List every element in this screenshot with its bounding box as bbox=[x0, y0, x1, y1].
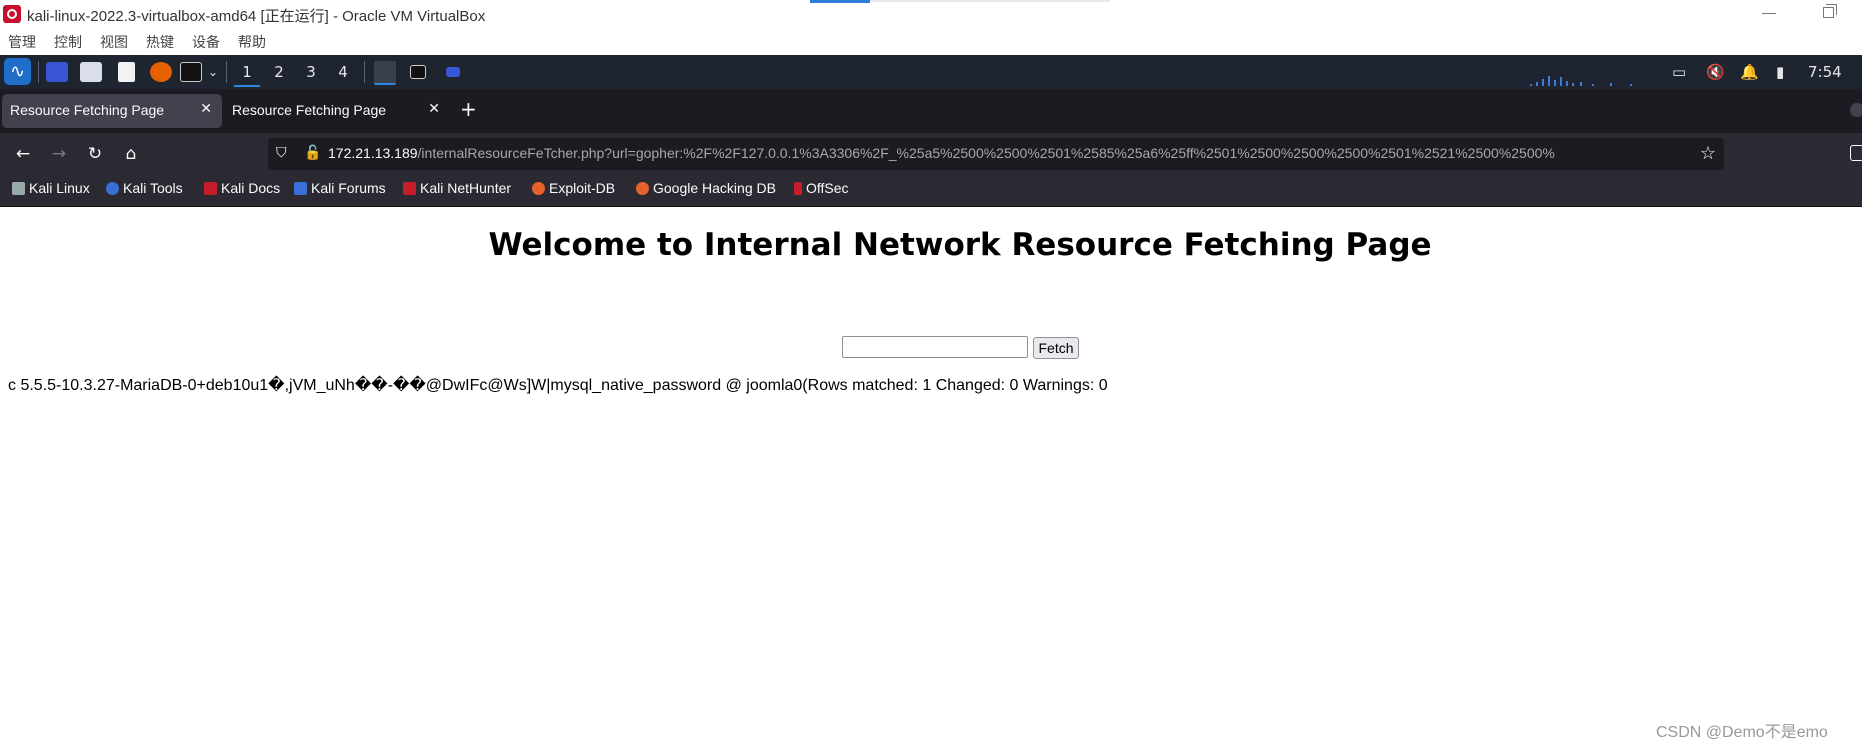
page-content: Welcome to Internal Network Resource Fet… bbox=[0, 207, 1862, 746]
url-bar[interactable]: ⛉ 🔓 172.21.13.189/internalResourceFeTche… bbox=[268, 138, 1724, 170]
kali-dragon-icon bbox=[12, 182, 25, 195]
file-manager-icon[interactable] bbox=[80, 62, 102, 82]
task-window-icon[interactable] bbox=[446, 67, 460, 77]
title-accent-bar-secondary bbox=[870, 0, 1110, 2]
ghdb-icon bbox=[636, 182, 649, 195]
url-input[interactable] bbox=[842, 336, 1028, 358]
home-button[interactable]: ⌂ bbox=[118, 141, 144, 167]
task-firefox-icon[interactable] bbox=[374, 61, 396, 85]
panel-separator bbox=[38, 61, 39, 83]
bookmark-kali-linux[interactable]: Kali Linux bbox=[12, 180, 90, 196]
tab-overflow-icon[interactable] bbox=[1850, 103, 1862, 117]
browser-tabstrip: Resource Fetching Page ✕ Resource Fetchi… bbox=[0, 89, 1862, 133]
title-accent-bar bbox=[810, 0, 870, 3]
workspace-4[interactable]: 4 bbox=[330, 59, 356, 85]
notification-bell-icon[interactable]: 🔔 bbox=[1740, 63, 1759, 81]
url-host: 172.21.13.189 bbox=[328, 145, 418, 161]
url-path: /internalResourceFeTcher.php?url=gopher:… bbox=[417, 145, 1555, 161]
pocket-icon[interactable] bbox=[1850, 145, 1862, 161]
tracking-protection-icon[interactable]: ⛉ bbox=[276, 145, 287, 161]
offsec-icon bbox=[794, 182, 802, 195]
network-graph bbox=[1520, 76, 1660, 86]
show-desktop-icon[interactable] bbox=[46, 62, 68, 82]
panel-separator bbox=[226, 61, 227, 83]
virtualbox-titlebar: kali-linux-2022.3-virtualbox-amd64 [正在运行… bbox=[0, 0, 1862, 27]
battery-icon[interactable]: ▮ bbox=[1776, 63, 1784, 81]
menu-view[interactable]: 视图 bbox=[100, 32, 128, 52]
kali-tools-icon bbox=[106, 182, 119, 195]
menu-manage[interactable]: 管理 bbox=[8, 32, 36, 52]
bookmark-label: Kali Docs bbox=[221, 180, 281, 196]
bookmark-kali-docs[interactable]: Kali Docs bbox=[204, 180, 280, 196]
virtualbox-logo-icon bbox=[3, 5, 21, 23]
nethunter-icon bbox=[403, 182, 416, 195]
insecure-lock-icon[interactable]: 🔓 bbox=[304, 145, 321, 161]
kali-menu-icon[interactable]: ∿ bbox=[4, 58, 31, 85]
bookmarks-toolbar: Kali Linux Kali Tools Kali Docs Kali For… bbox=[0, 175, 1862, 207]
bookmark-kali-tools[interactable]: Kali Tools bbox=[106, 180, 183, 196]
terminal-dropdown-icon[interactable]: ⌄ bbox=[208, 63, 218, 81]
task-terminal-icon[interactable] bbox=[410, 65, 426, 79]
bookmark-kali-nethunter[interactable]: Kali NetHunter bbox=[403, 180, 511, 196]
csdn-watermark: CSDN @Demo不是emo bbox=[1656, 724, 1828, 741]
terminal-launcher-icon[interactable] bbox=[180, 62, 202, 82]
close-tab-icon[interactable]: ✕ bbox=[200, 101, 212, 117]
close-tab-icon[interactable]: ✕ bbox=[428, 101, 440, 117]
kali-panel: ∿ ⌄ 1 2 3 4 ▭ 🔇 🔔 ▮ 7:54 bbox=[0, 55, 1862, 89]
bookmark-label: Kali Linux bbox=[29, 180, 90, 196]
firefox-launcher-icon[interactable] bbox=[150, 62, 172, 82]
url-text[interactable]: 172.21.13.189/internalResourceFeTcher.ph… bbox=[328, 145, 1555, 161]
menu-control[interactable]: 控制 bbox=[54, 32, 82, 52]
bookmark-label: Kali Forums bbox=[311, 180, 386, 196]
tab-resource-fetching-active[interactable]: Resource Fetching Page ✕ bbox=[2, 94, 222, 128]
menu-help[interactable]: 帮助 bbox=[238, 32, 266, 52]
tab-title: Resource Fetching Page bbox=[232, 102, 387, 118]
text-editor-icon[interactable] bbox=[118, 62, 135, 82]
bookmark-label: OffSec bbox=[806, 180, 849, 196]
menu-hotkey[interactable]: 热键 bbox=[146, 32, 174, 52]
new-tab-button[interactable]: + bbox=[460, 97, 477, 121]
fetch-result-text: c 5.5.5-10.3.27-MariaDB-0+deb10u1�,jVM_u… bbox=[8, 377, 1108, 394]
bookmark-label: Exploit-DB bbox=[549, 180, 616, 196]
restore-icon[interactable] bbox=[1823, 4, 1837, 18]
page-title: Welcome to Internal Network Resource Fet… bbox=[488, 227, 1432, 263]
back-button[interactable]: ← bbox=[10, 141, 36, 167]
panel-separator bbox=[364, 61, 365, 83]
reload-button[interactable]: ↻ bbox=[82, 141, 108, 167]
bookmark-label: Kali Tools bbox=[123, 180, 183, 196]
bookmark-star-icon[interactable]: ☆ bbox=[1700, 143, 1716, 164]
bookmark-offsec[interactable]: OffSec bbox=[794, 180, 849, 196]
exploit-db-icon bbox=[532, 182, 545, 195]
workspace-3[interactable]: 3 bbox=[298, 59, 324, 85]
browser-navbar: ← → ↻ ⌂ ⛉ 🔓 172.21.13.189/internalResour… bbox=[0, 133, 1862, 175]
kali-docs-icon bbox=[204, 182, 217, 195]
workspace-2[interactable]: 2 bbox=[266, 59, 292, 85]
display-icon[interactable]: ▭ bbox=[1672, 63, 1686, 81]
window-title: kali-linux-2022.3-virtualbox-amd64 [正在运行… bbox=[27, 8, 486, 25]
menu-devices[interactable]: 设备 bbox=[192, 32, 220, 52]
fetch-button[interactable]: Fetch bbox=[1033, 337, 1079, 359]
bookmark-kali-forums[interactable]: Kali Forums bbox=[294, 180, 386, 196]
minimize-icon[interactable] bbox=[1762, 13, 1776, 14]
tab-resource-fetching[interactable]: Resource Fetching Page ✕ bbox=[224, 94, 450, 128]
bookmark-label: Kali NetHunter bbox=[420, 180, 512, 196]
bookmark-google-hacking-db[interactable]: Google Hacking DB bbox=[636, 180, 776, 196]
tab-title: Resource Fetching Page bbox=[10, 102, 165, 118]
panel-clock[interactable]: 7:54 bbox=[1808, 63, 1842, 81]
bookmark-exploit-db[interactable]: Exploit-DB bbox=[532, 180, 615, 196]
kali-forums-icon bbox=[294, 182, 307, 195]
volume-muted-icon[interactable]: 🔇 bbox=[1706, 63, 1725, 81]
bookmark-label: Google Hacking DB bbox=[653, 180, 776, 196]
virtualbox-menubar: 管理 控制 视图 热键 设备 帮助 bbox=[0, 27, 1862, 55]
workspace-1[interactable]: 1 bbox=[234, 59, 260, 87]
forward-button[interactable]: → bbox=[46, 141, 72, 167]
